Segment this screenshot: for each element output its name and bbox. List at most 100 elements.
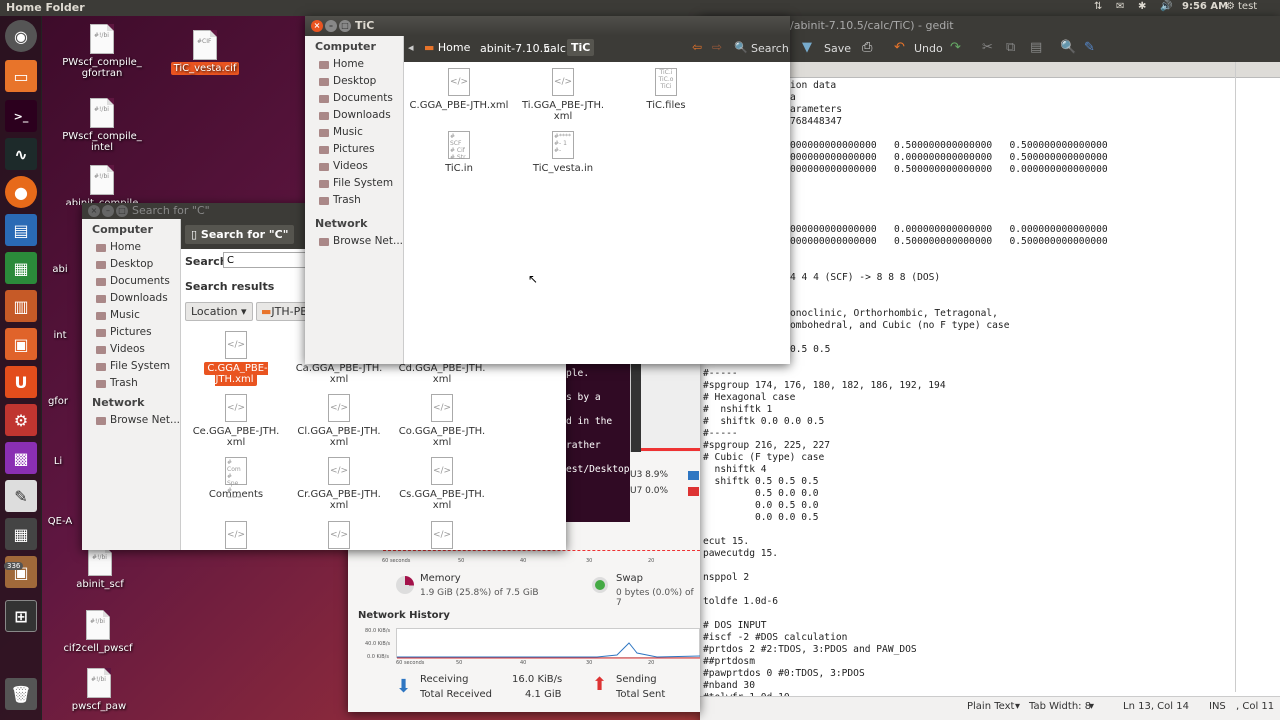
breadcrumb-home[interactable]: ▬ Home: [424, 41, 470, 54]
print-icon[interactable]: ⎙: [862, 40, 872, 55]
sidebar-item-home[interactable]: Home: [305, 56, 403, 73]
sidebar-item-trash[interactable]: Trash: [305, 192, 403, 209]
sidebar-item-documents[interactable]: Documents: [82, 273, 180, 290]
close-icon[interactable]: ×: [88, 205, 100, 217]
copy-icon[interactable]: ⧉: [1006, 40, 1015, 55]
file-co-gga[interactable]: </> Co.GGA_PBE-JTH. xml: [392, 394, 492, 448]
path-left-arrow-icon[interactable]: ◂: [408, 41, 414, 54]
file-c-gga[interactable]: </> C.GGA_PBE-JTH.xml: [409, 68, 509, 111]
maximize-icon[interactable]: □: [339, 20, 351, 32]
sending-arrow-icon[interactable]: ⬆: [592, 674, 607, 695]
forward-arrow-icon[interactable]: ⇨: [712, 40, 722, 54]
breadcrumb-calc[interactable]: calc: [544, 42, 566, 55]
file-comments[interactable]: # Com# Spe# ===Comments: [186, 457, 286, 501]
file-c-gga[interactable]: </> C.GGA_PBE-JTH.xml: [186, 331, 286, 386]
cpu7-swatch[interactable]: [688, 487, 699, 496]
close-icon[interactable]: ×: [311, 20, 323, 32]
maximize-icon[interactable]: □: [116, 205, 128, 217]
sidebar-item-downloads[interactable]: Downloads: [305, 107, 403, 124]
impress-icon[interactable]: ▥: [5, 290, 37, 322]
sidebar-item-desktop[interactable]: Desktop: [305, 73, 403, 90]
undo-icon[interactable]: ↶: [894, 40, 905, 55]
sidebar-item-videos[interactable]: Videos: [82, 341, 180, 358]
location-dropdown[interactable]: Location ▾: [185, 302, 253, 321]
sidebar-item-documents[interactable]: Documents: [305, 90, 403, 107]
sidebar-item-pictures[interactable]: Pictures: [82, 324, 180, 341]
search-input[interactable]: [223, 252, 313, 268]
tab-width-dropdown-icon[interactable]: ▾: [1089, 701, 1094, 712]
files-icon[interactable]: ▭: [5, 60, 37, 92]
gedit-text-bottom[interactable]: #----- #spgroup 174, 176, 180, 182, 186,…: [703, 368, 946, 704]
desktop-file-partial[interactable]: Li: [28, 456, 88, 467]
receiving-arrow-icon[interactable]: ⬇: [396, 676, 411, 697]
search-location-button[interactable]: ▯ Search for "C": [185, 225, 295, 244]
desktop-file-abinit-compile[interactable]: #!/bi abinit_compile: [57, 165, 147, 205]
user-icon[interactable]: ⚙: [1226, 1, 1235, 12]
package-icon[interactable]: ▣: [5, 556, 37, 588]
desktop-file-partial[interactable]: QE-A: [30, 516, 90, 527]
file-partial[interactable]: </>: [392, 521, 492, 550]
sidebar-item-browse-network[interactable]: Browse Net...: [82, 412, 180, 429]
search-button[interactable]: Search: [751, 42, 789, 55]
replace-icon[interactable]: ✎: [1084, 40, 1095, 55]
sidebar-item-filesystem[interactable]: File System: [305, 175, 403, 192]
breadcrumb-tic[interactable]: TiC: [567, 39, 595, 56]
file-partial[interactable]: </>: [186, 521, 286, 550]
gedit-text-top[interactable]: ion data a arameters 768448347 000000000…: [790, 80, 1108, 356]
language-selector[interactable]: Plain Text: [967, 701, 1014, 712]
sidebar-item-desktop[interactable]: Desktop: [82, 256, 180, 273]
swap-pie-icon[interactable]: [592, 577, 608, 593]
tab-width-selector[interactable]: Tab Width: 8: [1029, 701, 1091, 712]
file-cr-gga[interactable]: </> Cr.GGA_PBE-JTH. xml: [289, 457, 389, 511]
cut-icon[interactable]: ✂: [982, 40, 993, 55]
cpu3-swatch[interactable]: [688, 471, 699, 480]
workspace-switcher-icon[interactable]: ⊞: [5, 600, 37, 632]
network-icon[interactable]: ⇅: [1094, 1, 1102, 12]
file-partial[interactable]: </>: [289, 521, 389, 550]
minimize-icon[interactable]: –: [102, 205, 114, 217]
language-dropdown-icon[interactable]: ▾: [1015, 701, 1020, 712]
writer-icon[interactable]: ▤: [5, 214, 37, 246]
system-monitor-icon[interactable]: ∿: [5, 138, 37, 170]
sidebar-item-pictures[interactable]: Pictures: [305, 141, 403, 158]
save-button[interactable]: Save: [824, 42, 851, 55]
dash-icon[interactable]: ◉: [5, 20, 37, 52]
search-icon[interactable]: 🔍: [734, 41, 748, 54]
sidebar-item-trash[interactable]: Trash: [82, 375, 180, 392]
user-name[interactable]: test: [1238, 1, 1257, 12]
file-tic-files[interactable]: TiC.i TiC.o TiCi TiC.files: [616, 68, 716, 111]
sidebar-item-filesystem[interactable]: File System: [82, 358, 180, 375]
settings-icon[interactable]: ⚙: [5, 404, 37, 436]
desktop-file-cif2cell[interactable]: #!/bi cif2cell_pwscf: [53, 610, 143, 654]
ubuntu-one-icon[interactable]: U: [5, 366, 37, 398]
sidebar-item-videos[interactable]: Videos: [305, 158, 403, 175]
redo-icon[interactable]: ↷: [950, 40, 961, 55]
desktop-file-partial[interactable]: int: [30, 330, 90, 341]
memory-pie-icon[interactable]: [396, 576, 414, 594]
breadcrumb-abinit[interactable]: abinit-7.10.5: [480, 42, 550, 55]
sidebar-item-browse-network[interactable]: Browse Net...: [305, 233, 403, 250]
volume-icon[interactable]: 🔊: [1160, 1, 1172, 12]
trash-icon[interactable]: 🗑: [5, 678, 37, 710]
file-ti-gga[interactable]: </> Ti.GGA_PBE-JTH. xml: [513, 68, 613, 122]
minimize-icon[interactable]: –: [325, 20, 337, 32]
undo-button[interactable]: Undo: [914, 42, 943, 55]
sidebar-item-music[interactable]: Music: [305, 124, 403, 141]
desktop-file-partial[interactable]: abi: [30, 264, 90, 275]
file-tic-in[interactable]: # SCF # Cif # Str TiC.in: [409, 131, 509, 174]
save-icon[interactable]: ▼: [802, 40, 812, 55]
back-arrow-icon[interactable]: ⇦: [692, 40, 702, 54]
clock[interactable]: 9:56 AM: [1182, 1, 1228, 12]
file-cl-gga[interactable]: </> Cl.GGA_PBE-JTH. xml: [289, 394, 389, 448]
sidebar-item-downloads[interactable]: Downloads: [82, 290, 180, 307]
firefox-icon[interactable]: ●: [5, 176, 37, 208]
desktop-file-pwscf-gfortran[interactable]: #!/bi PWscf_compile_ gfortran: [57, 24, 147, 79]
terminal-icon[interactable]: >_: [5, 100, 37, 132]
find-icon[interactable]: 🔍: [1060, 40, 1076, 55]
text-editor-icon[interactable]: ✎: [5, 480, 37, 512]
desktop-file-abinit-scf[interactable]: #!/bi abinit_scf: [55, 546, 145, 590]
sidebar-item-music[interactable]: Music: [82, 307, 180, 324]
mail-icon[interactable]: ✉: [1116, 1, 1124, 12]
desktop-file-partial[interactable]: gfor: [28, 396, 88, 407]
desktop-file-pwscf-paw[interactable]: #!/bi pwscf_paw: [54, 668, 144, 712]
